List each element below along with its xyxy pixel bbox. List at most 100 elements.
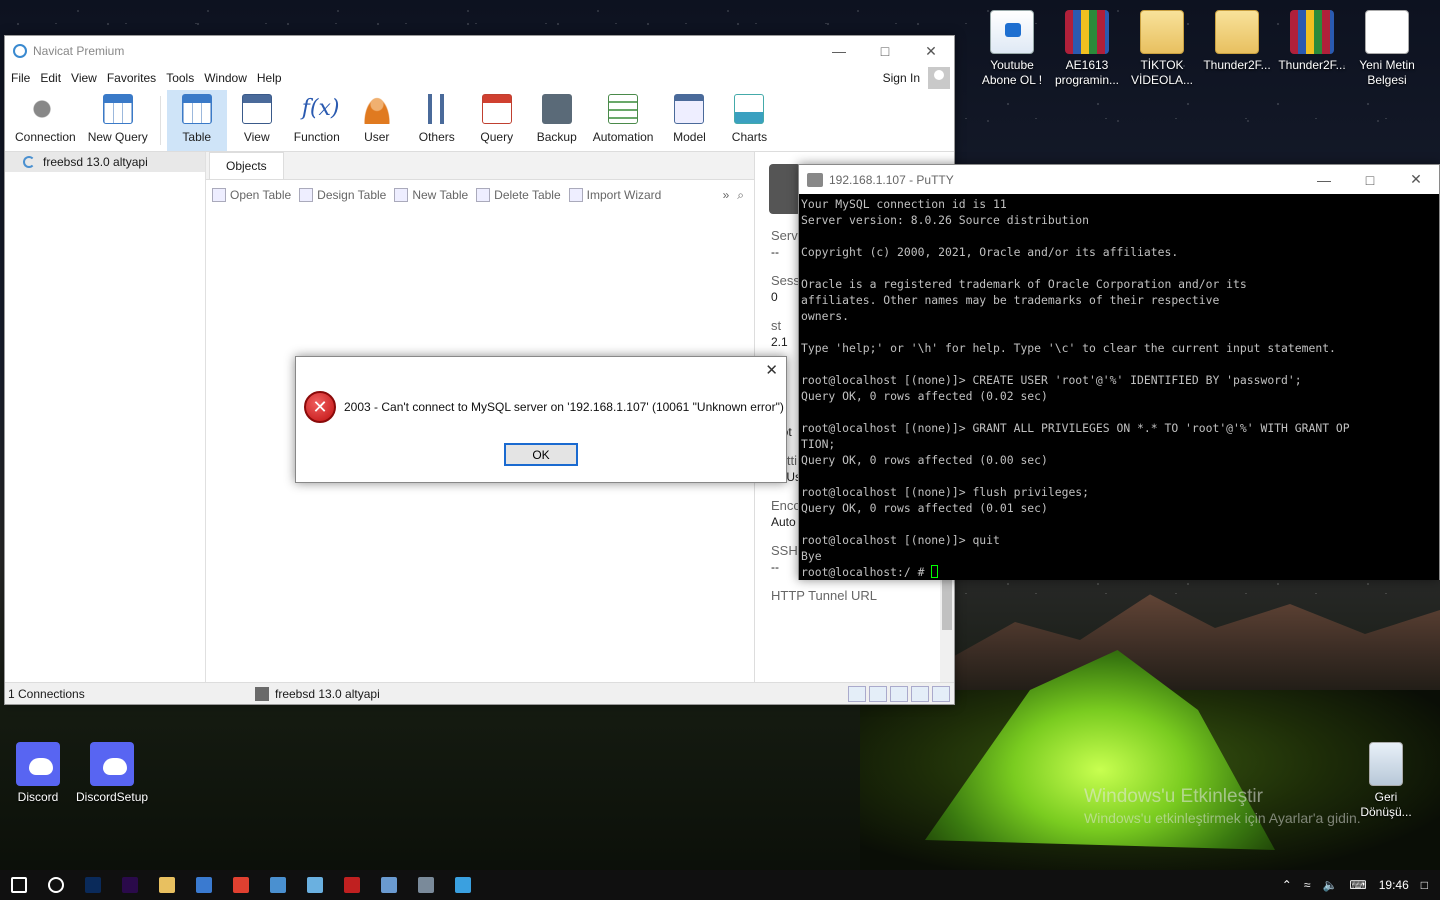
putty-titlebar[interactable]: 192.168.1.107 - PuTTY — □ ✕: [799, 165, 1439, 194]
folder-icon: [1215, 10, 1259, 54]
desktop-icon-5[interactable]: Yeni Metin Belgesi: [1351, 10, 1423, 88]
more-tools-icon[interactable]: »: [723, 188, 730, 202]
menu-file[interactable]: File: [7, 71, 34, 85]
volume-icon[interactable]: 🔈: [1322, 878, 1337, 892]
delete-table-button[interactable]: Delete Table: [476, 188, 561, 202]
notifications-icon[interactable]: □: [1421, 878, 1428, 892]
putty-minimize-button[interactable]: —: [1301, 165, 1347, 195]
desktop-icon-0[interactable]: Youtube Abone OL !: [976, 10, 1048, 88]
terminal-output[interactable]: Your MySQL connection id is 11 Server ver…: [799, 194, 1439, 580]
desktop-icon-4[interactable]: Thunder2F...: [1276, 10, 1348, 73]
chrome-alt-icon[interactable]: [259, 870, 296, 900]
wifi-icon[interactable]: ≈: [1304, 878, 1311, 892]
desktop-icon-2[interactable]: TİKTOK VİDEOLA...: [1126, 10, 1198, 88]
navicat-statusbar: 1 Connections freebsd 13.0 altyapi: [5, 682, 954, 704]
maximize-button[interactable]: □: [862, 36, 908, 66]
tray-chevron-icon[interactable]: ⌃: [1282, 878, 1292, 892]
desktop-icon-1[interactable]: AE1613 programin...: [1051, 10, 1123, 88]
toolbar-charts-button[interactable]: Charts: [719, 90, 779, 151]
terminal-line: Query OK, 0 rows affected (0.00 sec): [801, 453, 1048, 467]
ok-button[interactable]: OK: [504, 443, 578, 466]
navicat-titlebar[interactable]: Navicat Premium — □ ✕: [5, 36, 954, 66]
putty-icon[interactable]: [407, 870, 444, 900]
putty-title: 192.168.1.107 - PuTTY: [829, 172, 954, 187]
avatar[interactable]: [928, 67, 950, 89]
desktop-icon-discord[interactable]: Discord: [2, 742, 74, 805]
monitor-icon[interactable]: [185, 870, 222, 900]
start-icon[interactable]: [0, 870, 37, 900]
explorer-icon[interactable]: [148, 870, 185, 900]
menu-window[interactable]: Window: [200, 71, 251, 85]
toolbar-view-button[interactable]: View: [227, 90, 287, 151]
activation-watermark-subtitle: Windows'u etkinleştirmek için Ayarlar'a …: [1084, 810, 1361, 826]
terminal-line: root@localhost [(none)]> flush privilege…: [801, 485, 1090, 499]
view-list-button[interactable]: [869, 685, 887, 702]
menu-tools[interactable]: Tools: [162, 71, 198, 85]
view-grid-button[interactable]: [848, 685, 866, 702]
loading-spinner-icon: [23, 156, 35, 168]
terminal-line: Query OK, 0 rows affected (0.01 sec): [801, 501, 1048, 515]
menu-favorites[interactable]: Favorites: [103, 71, 160, 85]
notes-icon[interactable]: [370, 870, 407, 900]
toolbar-user-button[interactable]: User: [347, 90, 407, 151]
discord-icon: [90, 742, 134, 786]
explorer-icon-glyph: [158, 877, 175, 893]
search-icon[interactable]: ⌕: [737, 188, 744, 203]
minimize-button[interactable]: —: [816, 36, 862, 66]
red-app-icon[interactable]: [333, 870, 370, 900]
tree-item-connection[interactable]: freebsd 13.0 altyapi: [5, 152, 205, 172]
search-icon[interactable]: [37, 870, 74, 900]
navicat-menubar: File Edit View Favorites Tools Window He…: [5, 66, 954, 90]
box-icon[interactable]: [296, 870, 333, 900]
import-wizard-icon: [568, 188, 583, 202]
desktop-icon-3[interactable]: Thunder2F...: [1201, 10, 1273, 73]
new-table-button[interactable]: New Table: [394, 188, 468, 202]
import-wizard-button[interactable]: Import Wizard: [568, 188, 661, 202]
desktop-icon-discordsetup[interactable]: DiscordSetup: [76, 742, 148, 805]
open-table-button[interactable]: Open Table: [212, 188, 291, 202]
toolbar-new-query-button[interactable]: New Query: [82, 90, 154, 151]
toolbar-query-button[interactable]: Query: [467, 90, 527, 151]
connection-icon: [255, 686, 269, 701]
view-panel-left-button[interactable]: [911, 685, 929, 702]
toolbar-connection-button[interactable]: Connection: [9, 90, 82, 151]
view-panel-right-button[interactable]: [932, 685, 950, 702]
view-detail-button[interactable]: [890, 685, 908, 702]
keyboard-icon[interactable]: ⌨: [1349, 878, 1366, 892]
menu-edit[interactable]: Edit: [36, 71, 65, 85]
close-button[interactable]: ✕: [908, 36, 954, 66]
toolbar-function-button[interactable]: f(x) Function: [287, 90, 347, 151]
model-icon: [674, 94, 705, 124]
sign-in-link[interactable]: Sign In: [883, 71, 920, 85]
toolbar-backup-button[interactable]: Backup: [527, 90, 587, 151]
desktop-icon-recycle-bin[interactable]: Geri Dönüşü...: [1350, 742, 1422, 820]
clock[interactable]: 19:46: [1379, 878, 1409, 892]
search-icon-glyph: [47, 877, 64, 893]
error-dialog: ✕ ✕ 2003 - Can't connect to MySQL server…: [295, 356, 787, 483]
putty-close-button[interactable]: ✕: [1393, 165, 1439, 195]
info-scrollbar[interactable]: [940, 572, 954, 684]
toolbar-automation-button[interactable]: Automation: [587, 90, 660, 151]
photoshop-icon[interactable]: [74, 870, 111, 900]
chrome-icon[interactable]: [222, 870, 259, 900]
menu-view[interactable]: View: [67, 71, 101, 85]
putty-maximize-button[interactable]: □: [1347, 165, 1393, 195]
notes-icon-glyph: [380, 877, 397, 893]
toolbar-others-button[interactable]: Others: [407, 90, 467, 151]
dialog-close-button[interactable]: ✕: [765, 361, 778, 379]
design-table-button[interactable]: Design Table: [299, 188, 386, 202]
menu-help[interactable]: Help: [253, 71, 286, 85]
navicat-icon[interactable]: [444, 870, 481, 900]
tab-objects[interactable]: Objects: [209, 152, 284, 179]
toolbar-model-button[interactable]: Model: [659, 90, 719, 151]
recycle-bin-icon: [1369, 742, 1403, 786]
monitor-icon-glyph: [195, 877, 212, 893]
design-table-icon: [299, 188, 314, 202]
delete-table-icon: [476, 188, 491, 202]
putty-app-icon: [807, 172, 823, 187]
toolbar-table-button[interactable]: Table: [166, 90, 227, 151]
taskbar: ⌃ ≈ 🔈 ⌨ 19:46 □: [0, 870, 1440, 900]
premiere-icon[interactable]: [111, 870, 148, 900]
